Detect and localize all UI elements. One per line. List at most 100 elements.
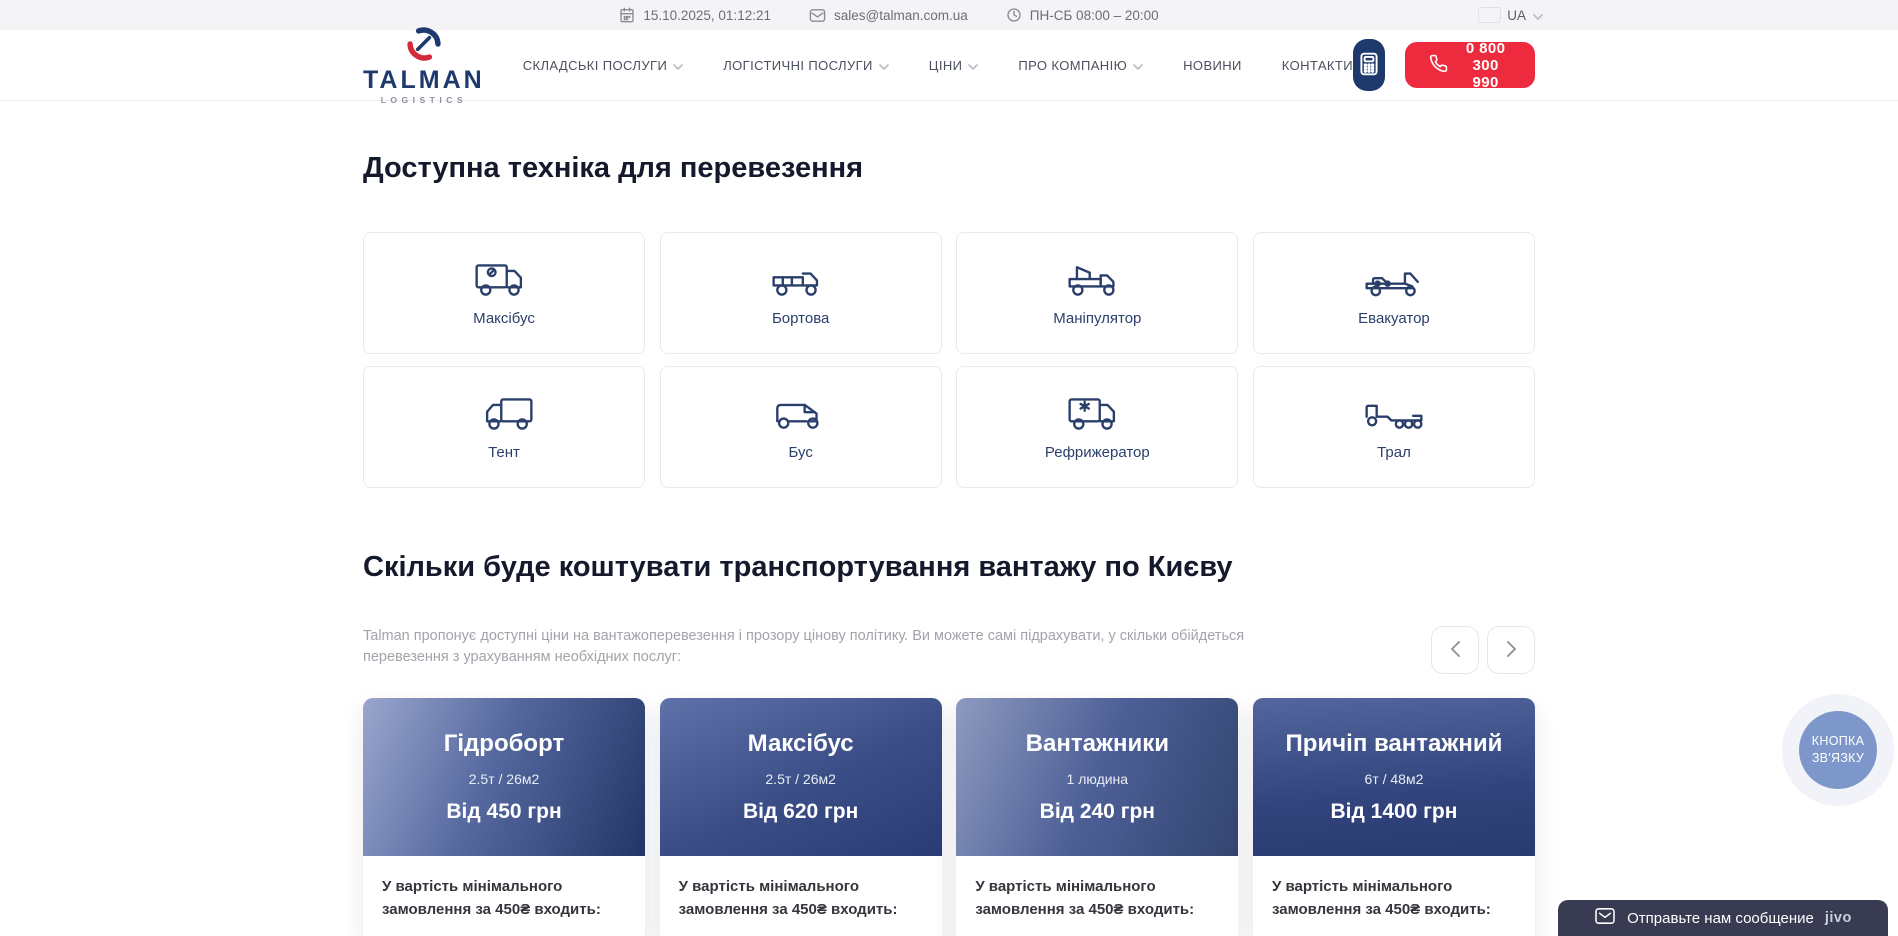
flatbed-truck-icon [770, 259, 832, 301]
price-card-note: У вартість мінімального замовлення за 45… [1272, 875, 1516, 922]
site-header: TALMAN LOGISTICS СКЛАДСЬКІ ПОСЛУГИЛОГІСТ… [0, 30, 1898, 100]
nav-item[interactable]: НОВИНИ [1183, 58, 1242, 73]
phone-icon [1429, 54, 1448, 77]
price-card-name: Гідроборт [444, 730, 564, 758]
price-card-body: У вартість мінімального замовлення за 45… [1253, 856, 1535, 936]
price-card-name: Вантажники [1026, 730, 1169, 758]
nav-item-label: КОНТАКТИ [1282, 58, 1353, 73]
language-selector[interactable]: UA [1479, 0, 1543, 30]
carousel-nav [1431, 626, 1535, 674]
nav-item-label: СКЛАДСЬКІ ПОСЛУГИ [523, 58, 668, 73]
chevron-down-icon [1133, 58, 1143, 73]
price-card: Гідроборт2.5т / 26м2Від 450 грнУ вартіст… [363, 698, 645, 936]
price-card-image: Причіп вантажний 6т / 48м2 Від 1400 грн [1253, 698, 1535, 856]
main-nav: СКЛАДСЬКІ ПОСЛУГИ ЛОГІСТИЧНІ ПОСЛУГИ ЦІНИ П… [523, 58, 1353, 73]
vehicle-card[interactable]: Рефрижератор [956, 366, 1238, 488]
vehicle-card[interactable]: Трал [1253, 366, 1535, 488]
price-card-body: У вартість мінімального замовлення за 45… [956, 856, 1238, 936]
nav-item-label: НОВИНИ [1183, 58, 1242, 73]
price-card-spec: 2.5т / 26м2 [469, 771, 540, 787]
nav-item[interactable]: ЦІНИ [929, 58, 979, 73]
phone-button[interactable]: 0 800 300 990 [1405, 42, 1535, 88]
vehicle-card[interactable]: Максібус [363, 232, 645, 354]
carousel-prev-button[interactable] [1431, 626, 1479, 674]
vehicle-card[interactable]: Тент [363, 366, 645, 488]
nav-item[interactable]: КОНТАКТИ [1282, 58, 1353, 73]
refrigerator-truck-icon [1066, 393, 1128, 435]
envelope-icon [809, 8, 826, 23]
vehicle-card[interactable]: Маніпулятор [956, 232, 1238, 354]
nav-item-label: ЛОГІСТИЧНІ ПОСЛУГИ [723, 58, 873, 73]
vehicle-label: Рефрижератор [1045, 444, 1150, 461]
flag-ua-icon [1479, 8, 1500, 22]
vehicles-grid: Максібус Бортова Маніпулятор Евакуатор Тент Б… [363, 232, 1535, 488]
tent-truck-icon [473, 393, 535, 435]
price-card-note: У вартість мінімального замовлення за 45… [679, 875, 923, 922]
datetime-text: 15.10.2025, 01:12:21 [643, 8, 771, 23]
logo-emblem-icon [405, 26, 443, 67]
nav-item[interactable]: СКЛАДСЬКІ ПОСЛУГИ [523, 58, 684, 73]
price-card: Причіп вантажний 6т / 48м2 Від 1400 грн У в… [1253, 698, 1535, 936]
jivo-brand-label: jivo [1825, 910, 1852, 926]
chevron-right-icon [1507, 641, 1516, 660]
price-card-note: У вартість мінімального замовлення за 45… [382, 875, 626, 922]
chat-message: Отправьте нам сообщение [1627, 910, 1814, 927]
vehicle-card[interactable]: Бортова [660, 232, 942, 354]
logo[interactable]: TALMAN LOGISTICS [363, 26, 485, 105]
nav-item-label: ПРО КОМПАНІЮ [1018, 58, 1127, 73]
vehicle-label: Маніпулятор [1053, 310, 1141, 327]
crane-truck-icon [1066, 259, 1128, 301]
van-icon [770, 393, 832, 435]
email-link[interactable]: sales@talman.com.ua [809, 8, 968, 23]
vehicles-title: Доступна техніка для перевезення [363, 152, 1535, 185]
pricing-section: Скільки буде коштувати транспортування в… [363, 488, 1535, 936]
vehicle-label: Евакуатор [1358, 310, 1430, 327]
price-card-image: Гідроборт2.5т / 26м2Від 450 грн [363, 698, 645, 856]
calendar-icon [619, 7, 635, 23]
nav-item[interactable]: ПРО КОМПАНІЮ [1018, 58, 1143, 73]
nav-item[interactable]: ЛОГІСТИЧНІ ПОСЛУГИ [723, 58, 889, 73]
price-card-note: У вартість мінімального замовлення за 45… [975, 875, 1219, 922]
carousel-next-button[interactable] [1487, 626, 1535, 674]
price-card-name: Максібус [748, 730, 854, 758]
logo-subtitle: LOGISTICS [381, 95, 467, 105]
callback-label-line1: КНОПКА [1812, 734, 1864, 748]
chevron-down-icon [968, 58, 978, 73]
phone-number: 0 800 300 990 [1460, 40, 1511, 91]
chevron-down-icon [673, 58, 683, 73]
pricing-description: Talman пропонує доступні ціни на вантажо… [363, 626, 1275, 668]
hours-text: ПН-СБ 08:00 – 20:00 [1030, 8, 1159, 23]
price-card-body: У вартість мінімального замовлення за 45… [363, 856, 645, 936]
price-card-spec: 6т / 48м2 [1365, 771, 1424, 787]
datetime-display: 15.10.2025, 01:12:21 [619, 7, 771, 23]
calculator-button[interactable] [1353, 39, 1385, 91]
tow-truck-icon [1363, 259, 1425, 301]
working-hours: ПН-СБ 08:00 – 20:00 [1006, 7, 1159, 23]
calculator-icon [1356, 51, 1382, 80]
vehicle-label: Максібус [473, 310, 535, 327]
maxibus-truck-icon [473, 259, 535, 301]
pricing-cards: Гідроборт2.5т / 26м2Від 450 грнУ вартіст… [363, 698, 1535, 936]
chevron-left-icon [1451, 641, 1460, 660]
callback-button[interactable]: КНОПКА ЗВ'ЯЗКУ [1782, 694, 1894, 806]
price-card-spec: 2.5т / 26м2 [765, 771, 836, 787]
chat-widget[interactable]: Отправьте нам сообщение jivo [1558, 900, 1888, 936]
vehicle-card[interactable]: Бус [660, 366, 942, 488]
vehicle-label: Тент [488, 444, 520, 461]
email-text: sales@talman.com.ua [834, 8, 968, 23]
vehicle-card[interactable]: Евакуатор [1253, 232, 1535, 354]
pricing-title: Скільки буде коштувати транспортування в… [363, 551, 1535, 584]
price-card-price: Від 1400 грн [1330, 800, 1457, 824]
price-card-spec: 1 людина [1067, 771, 1129, 787]
language-label: UA [1507, 8, 1526, 23]
lowboy-truck-icon [1363, 393, 1425, 435]
price-card-price: Від 240 грн [1040, 800, 1155, 824]
price-card-name: Причіп вантажний [1286, 730, 1503, 758]
vehicle-label: Бус [788, 444, 812, 461]
price-card-price: Від 620 грн [743, 800, 858, 824]
vehicles-section: Доступна техніка для перевезення Максібу… [363, 100, 1535, 488]
clock-icon [1006, 7, 1022, 23]
price-card: Максібус 2.5т / 26м2 Від 620 грн У вартість… [660, 698, 942, 936]
callback-label-line2: ЗВ'ЯЗКУ [1812, 751, 1864, 765]
top-info-bar: 15.10.2025, 01:12:21 sales@talman.com.ua… [0, 0, 1898, 30]
